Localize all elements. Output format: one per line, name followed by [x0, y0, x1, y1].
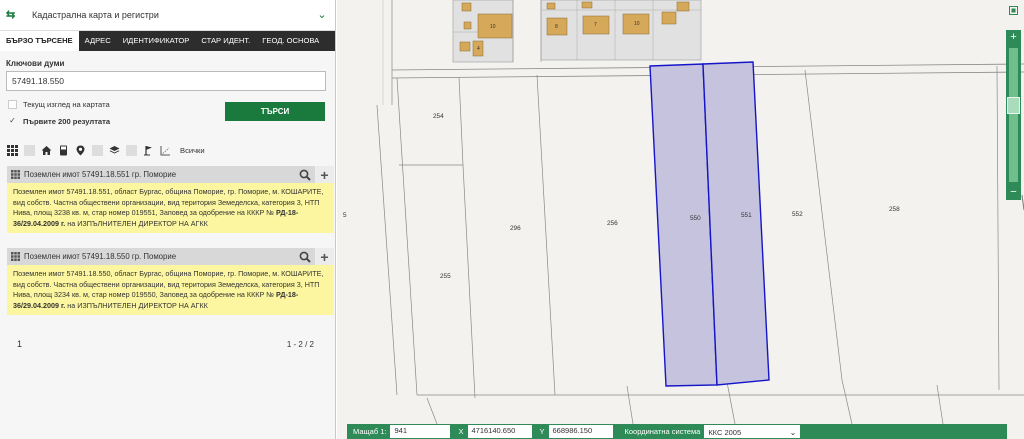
first-200-label: Първите 200 резултата [23, 117, 111, 126]
first-200-checkbox[interactable]: ✓ [8, 117, 17, 126]
y-coord-label: Y [539, 427, 545, 436]
map-tool-icon[interactable] [1006, 4, 1021, 17]
chevron-down-icon[interactable]: ⌄ [315, 8, 329, 22]
blank-icon[interactable] [125, 144, 138, 157]
keywords-label: Ключови думи [6, 59, 65, 68]
result-card[interactable]: Поземлен имот 57491.18.551 гр. Поморие +… [7, 166, 334, 233]
crs-value: ККС 2005 [708, 427, 742, 437]
blank-icon[interactable] [91, 144, 104, 157]
result-description: Поземлен имот 57491.18.551, област Бурга… [7, 183, 334, 233]
result-description: Поземлен имот 57491.18.550, област Бурга… [7, 265, 334, 315]
survey-icon[interactable] [159, 144, 172, 157]
result-header[interactable]: Поземлен имот 57491.18.551 гр. Поморие + [7, 166, 334, 183]
cadastral-map[interactable]: 254 296 256 550 551 552 258 255 5 10 8 7… [337, 0, 1024, 439]
tab-old-identifier[interactable]: СТАР ИДЕНТ. [195, 31, 256, 51]
result-text-tail: на ИЗПЪЛНИТЕЛЕН ДИРЕКТОР НА АГКК [67, 218, 208, 228]
app-root: ⇆ Кадастрална карта и регистри ⌄ БЪРЗО Т… [0, 0, 1024, 439]
home-icon[interactable] [40, 144, 53, 157]
search-panel: ⇆ Кадастрална карта и регистри ⌄ БЪРЗО Т… [0, 0, 336, 439]
scale-label: Мащаб 1: [353, 427, 387, 436]
parcel-label: 256 [607, 220, 618, 227]
search-tabs: БЪРЗО ТЪРСЕНЕ АДРЕС ИДЕНТИФИКАТОР СТАР И… [0, 31, 335, 51]
parcel-label: 296 [510, 225, 521, 232]
current-view-checkbox[interactable] [8, 100, 17, 109]
zoom-slider-handle[interactable] [1007, 97, 1020, 114]
pin-icon[interactable] [74, 144, 87, 157]
filter-all-label[interactable]: Всички [180, 146, 205, 155]
building-label: 8 [555, 24, 558, 30]
parcel-label: 550 [690, 215, 701, 222]
search-icon[interactable] [297, 248, 313, 265]
building-label: 10 [634, 21, 640, 27]
parcel-label: 551 [741, 212, 752, 219]
zoom-in-button[interactable]: + [1006, 30, 1021, 44]
layers-icon[interactable] [108, 144, 121, 157]
keywords-input[interactable] [6, 71, 326, 91]
building-icon[interactable] [23, 144, 36, 157]
parcel-label: 258 [889, 206, 900, 213]
panel-header: ⇆ Кадастрална карта и регистри ⌄ [0, 0, 335, 31]
grid-icon[interactable] [6, 144, 19, 157]
filter-bar: Всички [6, 142, 205, 158]
result-text-tail: на ИЗПЪЛНИТЕЛЕН ДИРЕКТОР НА АГКК [67, 300, 208, 310]
tab-identifier[interactable]: ИДЕНТИФИКАТОР [117, 31, 196, 51]
parcel-label: 5 [343, 212, 347, 219]
parcel-label: 552 [792, 211, 803, 218]
search-icon[interactable] [297, 166, 313, 183]
grid-icon [11, 170, 20, 179]
result-title[interactable]: Поземлен имот 57491.18.551 гр. Поморие [24, 170, 297, 179]
result-count: 1 - 2 / 2 [286, 340, 314, 349]
scale-input[interactable]: 941 [390, 425, 451, 438]
status-bar: Мащаб 1: 941 X 4716140.650 Y 668986.150 … [347, 424, 1007, 439]
building-label: 7 [594, 22, 597, 28]
panel-title: Кадастрална карта и регистри [32, 10, 159, 20]
search-button[interactable]: ТЪРСИ [225, 102, 325, 121]
meter-icon[interactable] [57, 144, 70, 157]
zoom-out-button[interactable]: − [1006, 186, 1021, 200]
crs-label: Координатна система [624, 427, 701, 436]
tab-address[interactable]: АДРЕС [79, 31, 117, 51]
zoom-control: + − [1006, 30, 1021, 200]
building-label: 4 [477, 46, 480, 52]
x-coord-label: X [458, 427, 464, 436]
cadastre-logo-icon: ⇆ [6, 9, 16, 21]
result-header[interactable]: Поземлен имот 57491.18.550 гр. Поморие + [7, 248, 334, 265]
crs-select[interactable]: ККС 2005 ⌄ [704, 425, 801, 438]
zoom-track[interactable] [1009, 48, 1018, 182]
pagination: 1 1 - 2 / 2 [6, 339, 326, 351]
grid-icon [11, 252, 20, 261]
tab-geodetic-base[interactable]: ГЕОД. ОСНОВА [256, 31, 325, 51]
current-view-label: Текущ изглед на картата [23, 100, 110, 109]
tab-quick-search[interactable]: БЪРЗО ТЪРСЕНЕ [0, 31, 79, 51]
chevron-down-icon: ⌄ [789, 427, 797, 437]
result-title[interactable]: Поземлен имот 57491.18.550 гр. Поморие [24, 252, 297, 261]
plus-icon[interactable]: + [315, 166, 334, 183]
map-canvas[interactable] [337, 0, 1024, 439]
plus-icon[interactable]: + [315, 248, 334, 265]
flag-icon[interactable] [142, 144, 155, 157]
y-coord-value: 668986.150 [548, 425, 613, 438]
page-number[interactable]: 1 [17, 339, 22, 349]
parcel-label: 255 [440, 273, 451, 280]
result-card[interactable]: Поземлен имот 57491.18.550 гр. Поморие +… [7, 248, 334, 315]
highlighted-parcels [649, 61, 770, 387]
x-coord-value: 4716140.650 [467, 425, 532, 438]
parcel-label: 254 [433, 113, 444, 120]
building-label: 10 [490, 24, 496, 30]
